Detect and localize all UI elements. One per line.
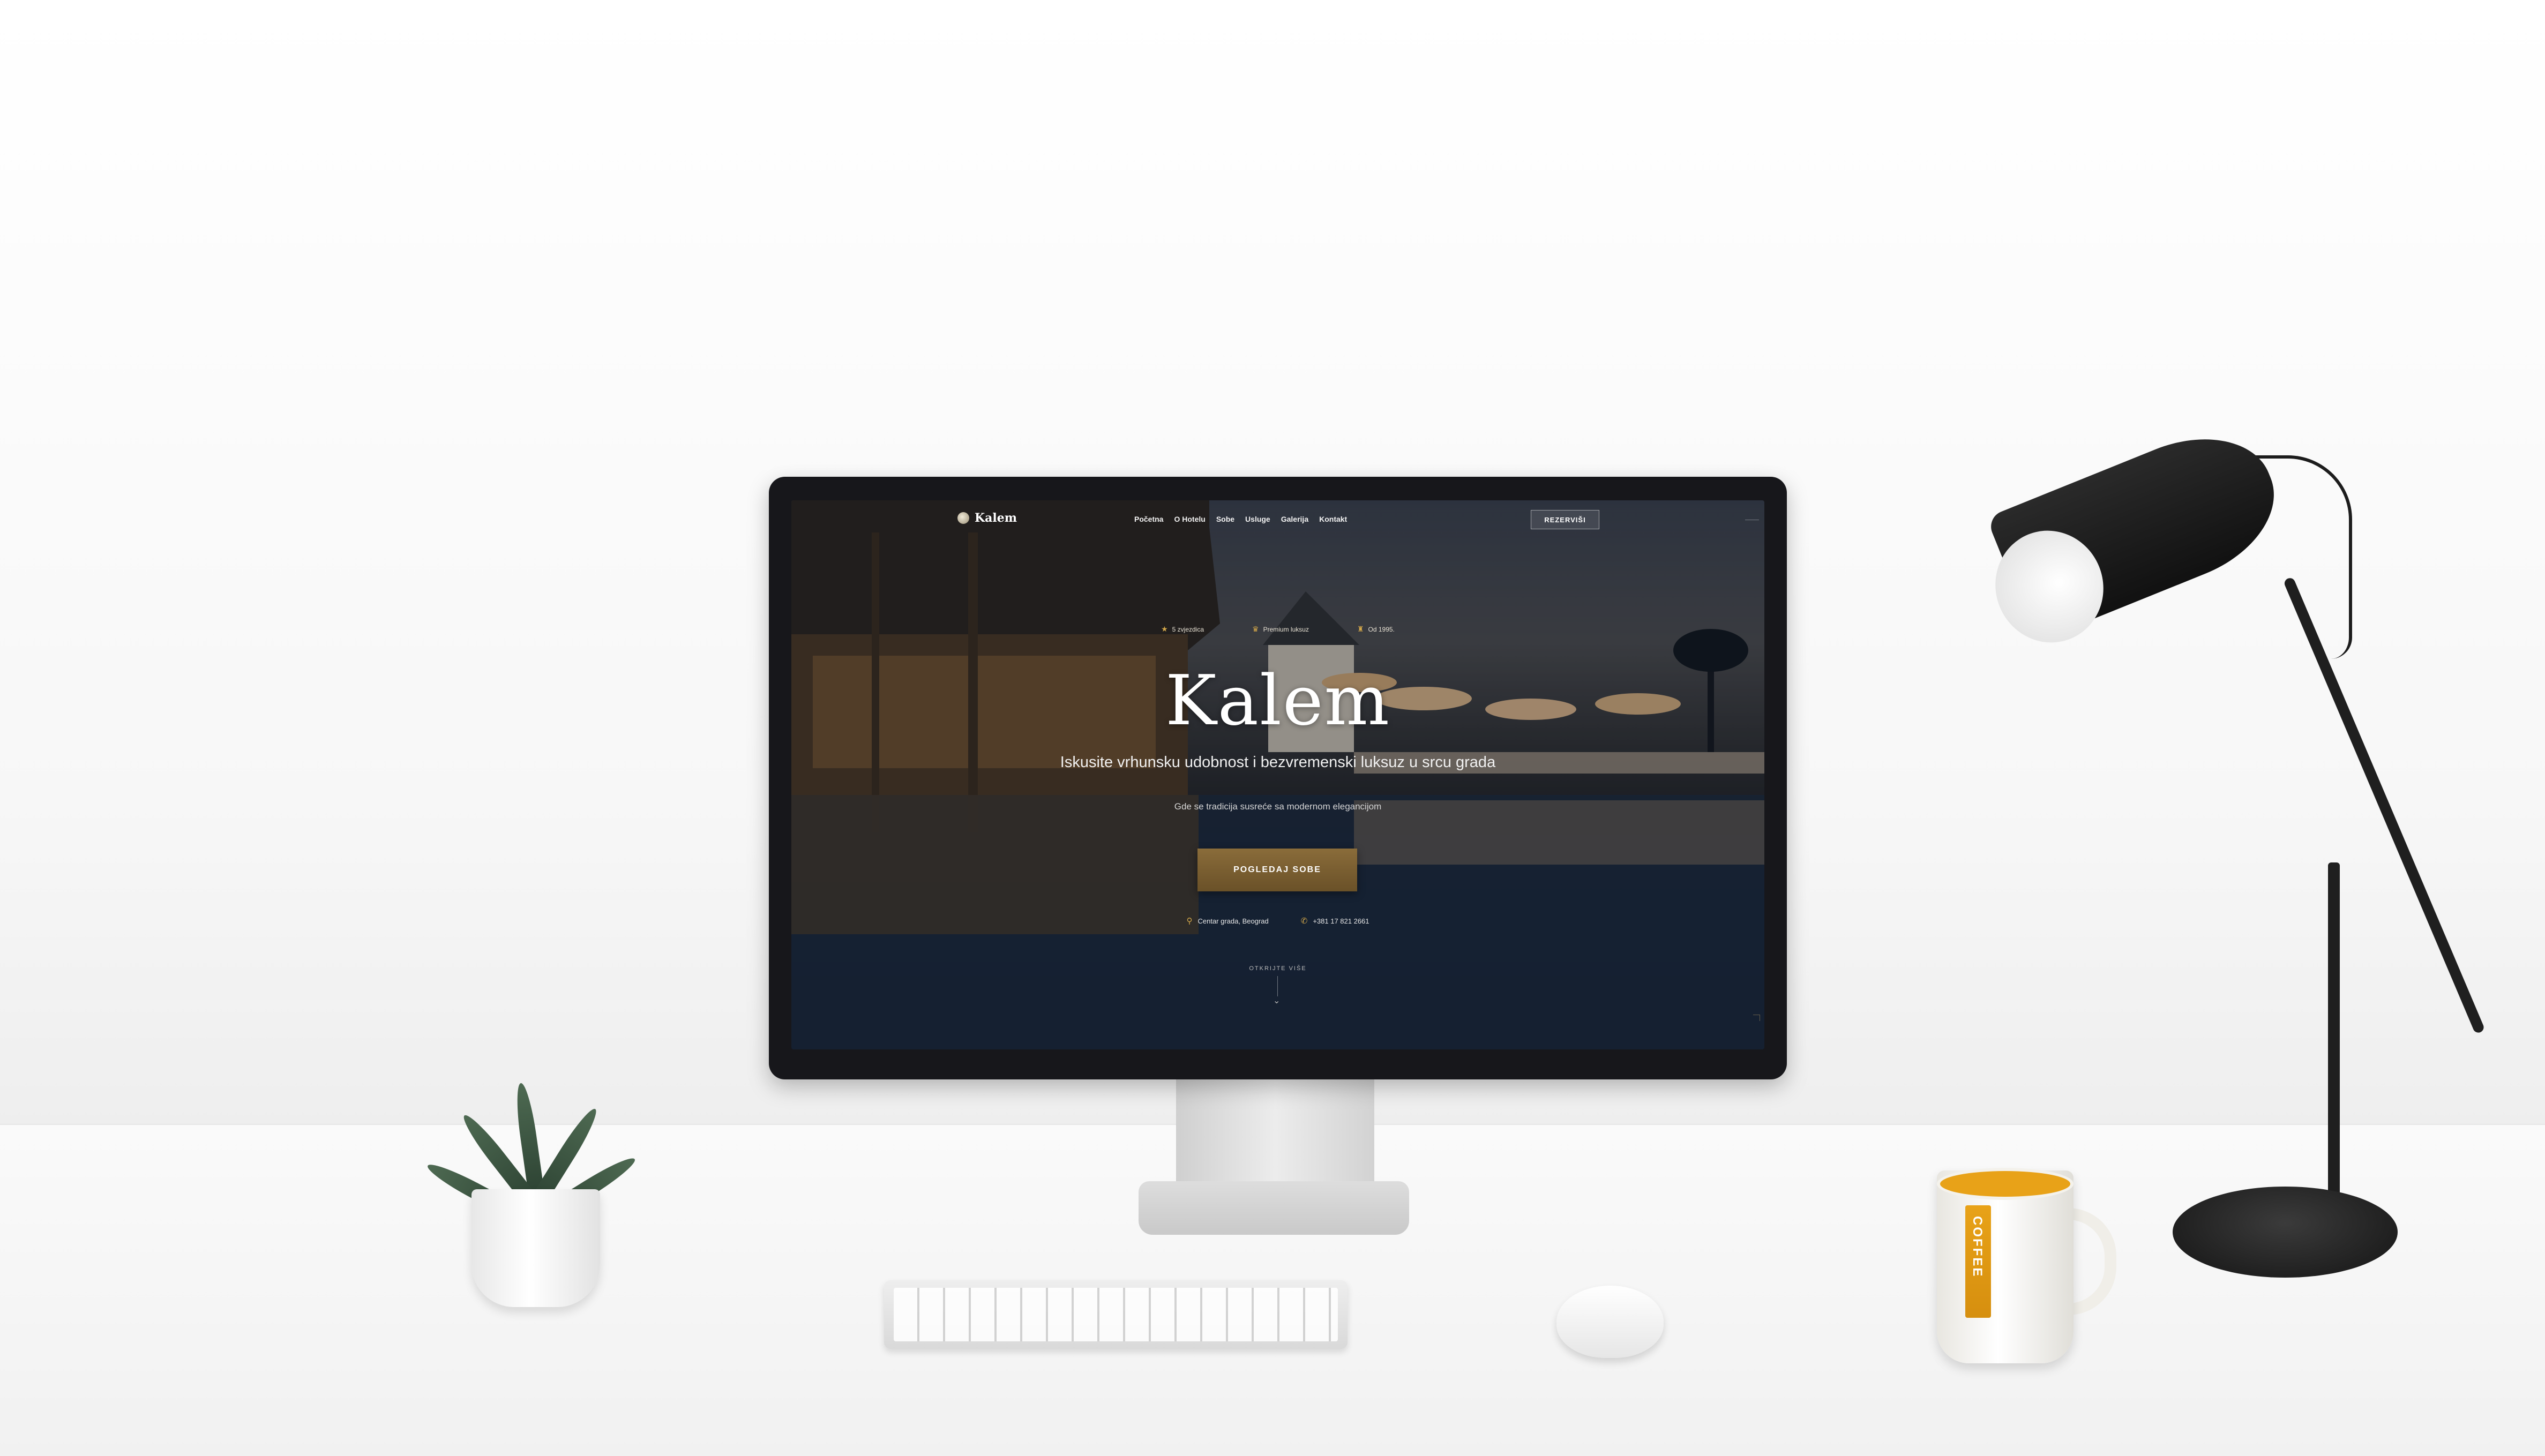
mug-label: COFFEE	[1970, 1216, 1985, 1278]
keyboard	[884, 1280, 1348, 1349]
nav-item-sobe[interactable]: Sobe	[1216, 515, 1234, 523]
logo-text: Kalem	[975, 511, 1017, 525]
monitor-stand-base	[1139, 1181, 1409, 1235]
nav-item-pocetna[interactable]: Početna	[1134, 515, 1163, 523]
nav-item-galerija[interactable]: Galerija	[1281, 515, 1308, 523]
hero-title: Kalem	[1165, 661, 1390, 741]
hero-contacts: ⚲ Centar grada, Beograd ✆ +381 17 821 26…	[791, 916, 1764, 926]
badge-stars: ★ 5 zvjezdica	[1161, 625, 1204, 634]
logo-mark-icon	[957, 512, 969, 524]
badge-since: ♜ Od 1995.	[1357, 625, 1395, 634]
contact-location: ⚲ Centar grada, Beograd	[1186, 916, 1268, 926]
phone-icon: ✆	[1300, 917, 1308, 926]
scroll-hint[interactable]: OTKRIJTE VIŠE	[791, 965, 1764, 972]
hero-badges: ★ 5 zvjezdica ♛ Premium luksuz ♜ Od 1995…	[791, 625, 1764, 634]
contact-phone[interactable]: ✆ +381 17 821 2661	[1301, 916, 1369, 926]
mouse	[1556, 1286, 1664, 1358]
book-button[interactable]: REZERVIŠI	[1531, 510, 1599, 529]
lamp-base	[2173, 1187, 2398, 1278]
main-menu: Početna O Hotelu Sobe Usluge Galerija Ko…	[1134, 515, 1347, 523]
view-rooms-button[interactable]: POGLEDAJ SOBE	[1197, 849, 1357, 891]
plant-pot	[471, 1189, 600, 1307]
site-logo[interactable]: Kalem	[957, 511, 1017, 525]
nav-item-kontakt[interactable]: Kontakt	[1319, 515, 1347, 523]
monitor-stand-neck	[1176, 1074, 1374, 1195]
award-icon: ♜	[1357, 625, 1364, 633]
lamp-arm	[2282, 576, 2486, 1034]
website-screen: Kalem Početna O Hotelu Sobe Usluge Galer…	[791, 500, 1764, 1049]
map-pin-icon: ⚲	[1186, 917, 1193, 926]
hero-tagline: Gde se tradicija susreće sa modernom ele…	[1174, 801, 1382, 812]
star-icon: ★	[1161, 625, 1168, 633]
lamp-post	[2328, 862, 2340, 1237]
badge-label: Od 1995.	[1368, 625, 1395, 633]
badge-label: Premium luksuz	[1263, 625, 1309, 633]
scroll-line	[1277, 976, 1278, 996]
nav-item-o-hotelu[interactable]: O Hotelu	[1174, 515, 1205, 523]
phone-text: +381 17 821 2661	[1313, 917, 1369, 925]
hero-subtitle: Iskusite vrhunsku udobnost i bezvremensk…	[1060, 754, 1496, 771]
site-header: Kalem Početna O Hotelu Sobe Usluge Galer…	[791, 500, 1764, 530]
badge-premium: ♛ Premium luksuz	[1252, 625, 1309, 634]
location-text: Centar grada, Beograd	[1197, 917, 1269, 925]
nav-item-usluge[interactable]: Usluge	[1245, 515, 1270, 523]
badge-label: 5 zvjezdica	[1172, 625, 1204, 633]
keyboard-keys	[894, 1288, 1338, 1341]
crown-icon: ♛	[1252, 625, 1259, 633]
mug-rim	[1937, 1168, 2074, 1200]
chevron-down-icon[interactable]: ⌄	[1273, 995, 1280, 1006]
